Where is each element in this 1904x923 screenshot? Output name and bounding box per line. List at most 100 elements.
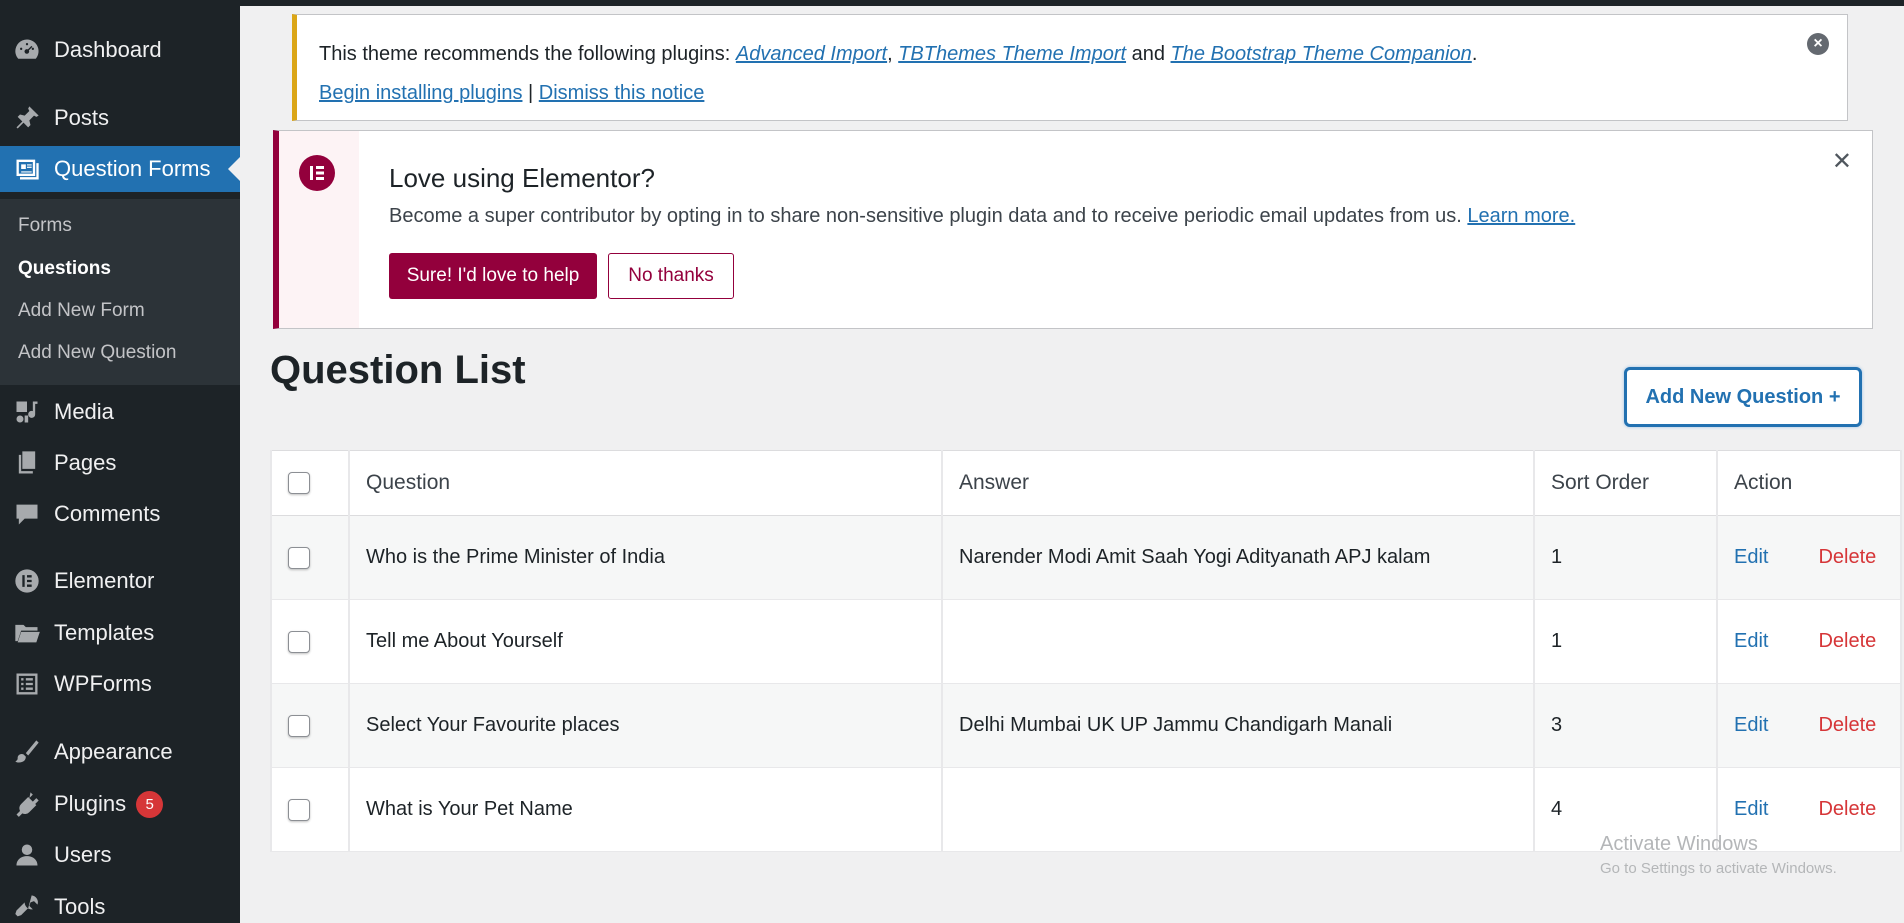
- theme-plugins-notice: This theme recommends the following plug…: [292, 14, 1848, 121]
- row-checkbox[interactable]: [288, 798, 310, 821]
- action-cell: Edit Delete: [1716, 683, 1902, 768]
- question-cell: What is Your Pet Name: [348, 767, 943, 852]
- answer-cell: Delhi Mumbai UK UP Jammu Chandigarh Mana…: [941, 683, 1535, 768]
- edit-link[interactable]: Edit: [1734, 798, 1768, 820]
- dashboard-icon: [0, 36, 54, 64]
- answer-cell: Narender Modi Amit Saah Yogi Adityanath …: [941, 515, 1535, 600]
- table-row: Tell me About Yourself 1 Edit Delete: [270, 599, 1902, 684]
- edit-link[interactable]: Edit: [1734, 546, 1768, 568]
- submenu-item-add-new-form[interactable]: Add New Form: [18, 300, 145, 322]
- delete-link[interactable]: Delete: [1818, 714, 1876, 736]
- notice-prefix: This theme recommends the following plug…: [319, 43, 736, 65]
- sidebar-item-label: Posts: [54, 105, 110, 130]
- sidebar-item-appearance[interactable]: Appearance: [0, 729, 240, 775]
- wpforms-icon: [0, 670, 54, 698]
- sidebar-item-pages[interactable]: Pages: [0, 440, 240, 486]
- delete-link[interactable]: Delete: [1818, 630, 1876, 652]
- submenu-item-add-new-question[interactable]: Add New Question: [18, 342, 176, 364]
- sidebar-item-comments[interactable]: Comments: [0, 491, 240, 537]
- submenu-item-questions[interactable]: Questions: [18, 258, 111, 280]
- column-header-action: Action: [1716, 450, 1902, 516]
- sort-order-cell: 1: [1533, 515, 1718, 600]
- page-title: Question List: [270, 348, 526, 392]
- submenu-item-forms[interactable]: Forms: [18, 215, 72, 237]
- sidebar-item-label: WPForms: [54, 671, 152, 696]
- elementor-icon: [0, 567, 54, 595]
- sidebar-item-label: Dashboard: [54, 37, 162, 62]
- sidebar-item-label: Pages: [54, 450, 117, 475]
- edit-link[interactable]: Edit: [1734, 630, 1768, 652]
- sidebar-item-media[interactable]: Media: [0, 389, 240, 435]
- separator: and: [1126, 43, 1171, 65]
- sidebar-item-elementor[interactable]: Elementor: [0, 558, 240, 604]
- select-all-cell: [270, 450, 350, 516]
- pin-icon: [0, 104, 54, 132]
- sidebar-item-label: Elementor: [54, 568, 155, 593]
- close-icon[interactable]: ✕: [1832, 147, 1852, 176]
- sidebar-item-label: Question Forms: [54, 156, 211, 181]
- sidebar-item-label: Appearance: [54, 739, 173, 764]
- plugins-update-badge: 5: [136, 790, 164, 818]
- question-cell: Select Your Favourite places: [348, 683, 943, 768]
- begin-installing-link[interactable]: Begin installing plugins: [319, 82, 522, 104]
- elementor-logo-icon: [299, 155, 335, 191]
- sidebar-item-label: Comments: [54, 501, 161, 526]
- sidebar-submenu: Forms Questions Add New Form Add New Que…: [0, 199, 240, 385]
- notice-actions: Begin installing plugins | Dismiss this …: [319, 82, 704, 105]
- sidebar-item-label: Templates: [54, 620, 155, 645]
- watermark-title: Activate Windows: [1600, 833, 1758, 855]
- row-checkbox-cell: [270, 767, 350, 852]
- separator: |: [522, 82, 539, 104]
- sidebar-item-plugins[interactable]: Plugins 5: [0, 781, 240, 827]
- row-checkbox[interactable]: [288, 630, 310, 653]
- admin-sidebar: Dashboard Posts Question Forms Forms Que…: [0, 0, 240, 923]
- action-cell: Edit Delete: [1716, 599, 1902, 684]
- table-header-row: Question Answer Sort Order Action: [270, 450, 1902, 516]
- sidebar-item-dashboard[interactable]: Dashboard: [0, 27, 240, 73]
- elementor-icon-panel: [279, 131, 359, 328]
- plugin-link-bootstrap-companion[interactable]: The Bootstrap Theme Companion: [1171, 43, 1472, 65]
- watermark-subtitle: Go to Settings to activate Windows.: [1600, 860, 1837, 877]
- description-text: Become a super contributor by opting in …: [389, 205, 1468, 227]
- row-checkbox[interactable]: [288, 546, 310, 569]
- add-new-question-button[interactable]: Add New Question +: [1624, 367, 1862, 427]
- question-cell: Tell me About Yourself: [348, 599, 943, 684]
- edit-link[interactable]: Edit: [1734, 714, 1768, 736]
- plugin-link-advanced-import[interactable]: Advanced Import: [736, 43, 887, 65]
- wrench-icon: [0, 893, 54, 921]
- dismiss-notice-link[interactable]: Dismiss this notice: [539, 82, 705, 104]
- question-table: Question Answer Sort Order Action Who is…: [270, 450, 1902, 852]
- answer-cell: [941, 599, 1535, 684]
- sort-order-cell: 3: [1533, 683, 1718, 768]
- row-checkbox-cell: [270, 599, 350, 684]
- opt-in-yes-button[interactable]: Sure! I'd love to help: [389, 253, 597, 299]
- sidebar-item-templates[interactable]: Templates: [0, 610, 240, 656]
- elementor-optin-notice: Love using Elementor? Become a super con…: [273, 130, 1873, 329]
- close-icon[interactable]: ×: [1807, 33, 1829, 55]
- answer-cell: [941, 767, 1535, 852]
- row-checkbox[interactable]: [288, 714, 310, 737]
- opt-in-no-button[interactable]: No thanks: [608, 253, 734, 299]
- sidebar-item-label: Users: [54, 842, 112, 867]
- elementor-notice-description: Become a super contributor by opting in …: [389, 205, 1575, 228]
- column-header-question: Question: [348, 450, 943, 516]
- row-checkbox-cell: [270, 515, 350, 600]
- sidebar-item-users[interactable]: Users: [0, 832, 240, 878]
- learn-more-link[interactable]: Learn more.: [1467, 205, 1575, 227]
- folder-icon: [0, 619, 54, 647]
- elementor-notice-title: Love using Elementor?: [389, 163, 655, 193]
- table-row: Select Your Favourite places Delhi Mumba…: [270, 683, 1902, 768]
- sidebar-item-label: Media: [54, 399, 114, 424]
- sidebar-item-question-forms[interactable]: Question Forms: [0, 146, 240, 192]
- sidebar-item-wpforms[interactable]: WPForms: [0, 661, 240, 707]
- media-icon: [0, 398, 54, 426]
- select-all-checkbox[interactable]: [288, 472, 310, 495]
- delete-link[interactable]: Delete: [1818, 546, 1876, 568]
- sidebar-item-posts[interactable]: Posts: [0, 95, 240, 141]
- sidebar-item-tools[interactable]: Tools: [0, 884, 240, 923]
- question-cell: Who is the Prime Minister of India: [348, 515, 943, 600]
- plugin-link-tbthemes-import[interactable]: TBThemes Theme Import: [898, 43, 1126, 65]
- plug-icon: [0, 790, 54, 818]
- separator: .: [1471, 43, 1478, 65]
- delete-link[interactable]: Delete: [1818, 798, 1876, 820]
